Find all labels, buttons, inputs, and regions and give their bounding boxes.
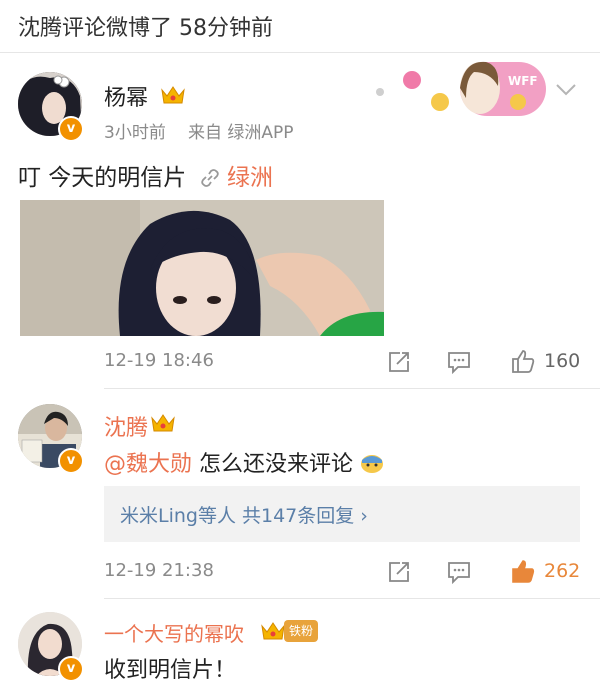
replies-summary[interactable]: 米米Ling等人 共147条回复 › (104, 486, 580, 542)
action-row: 12-19 18:46 160 (0, 344, 600, 380)
verified-icon: v (58, 656, 84, 682)
comment-timestamp: 12-19 18:46 (104, 350, 214, 371)
post-source[interactable]: 来自 绿洲APP (188, 118, 294, 143)
post-time: 3小时前 (104, 123, 166, 143)
post-author[interactable]: 杨幂 (104, 80, 148, 112)
post-link[interactable]: 绿洲 (227, 165, 273, 191)
comment-icon[interactable] (446, 559, 472, 585)
comment-author[interactable]: 沈腾 (104, 410, 148, 442)
chevron-down-icon[interactable] (554, 82, 578, 98)
repost-icon[interactable] (386, 349, 412, 375)
mention-link[interactable]: @魏大勋 (104, 452, 192, 477)
crown-icon (261, 622, 285, 640)
notification-bar[interactable]: 沈腾评论微博了 58分钟前 (0, 0, 600, 52)
crown-icon (161, 86, 185, 104)
notification-text: 沈腾评论微博了 58分钟前 (18, 16, 273, 41)
like-icon[interactable] (510, 348, 536, 374)
card-banner: WFF (368, 58, 548, 120)
like-count: 160 (544, 350, 581, 372)
comment-text: 收到明信片！ (104, 658, 237, 683)
comment-text: @魏大勋 怎么还没来评论 (104, 446, 384, 478)
post-image[interactable] (20, 200, 384, 336)
banner-badge-text: WFF (508, 74, 538, 88)
fan-badge: 铁粉 (284, 620, 319, 642)
post-text: 叮 今天的明信片 绿洲 (18, 158, 273, 192)
post-body: 叮 今天的明信片 (18, 165, 187, 191)
divider (104, 388, 600, 389)
like-count: 262 (544, 560, 581, 582)
like-icon[interactable] (510, 558, 536, 584)
repost-icon[interactable] (386, 559, 412, 585)
divider (0, 52, 600, 53)
comment-body: 怎么还没来评论 (199, 452, 354, 477)
divider (104, 598, 600, 599)
comment-author[interactable]: 一个大写的幂吹 (104, 618, 244, 647)
comment-icon[interactable] (446, 349, 472, 375)
action-row: 12-19 21:38 262 (0, 554, 600, 590)
crown-icon (151, 414, 175, 432)
link-icon (200, 169, 219, 187)
emoji-icon (361, 455, 384, 473)
replies-summary-text: 米米Ling等人 共147条回复 › (120, 505, 368, 527)
comment-timestamp: 12-19 21:38 (104, 560, 214, 581)
verified-icon: v (58, 448, 84, 474)
verified-icon: v (58, 116, 84, 142)
